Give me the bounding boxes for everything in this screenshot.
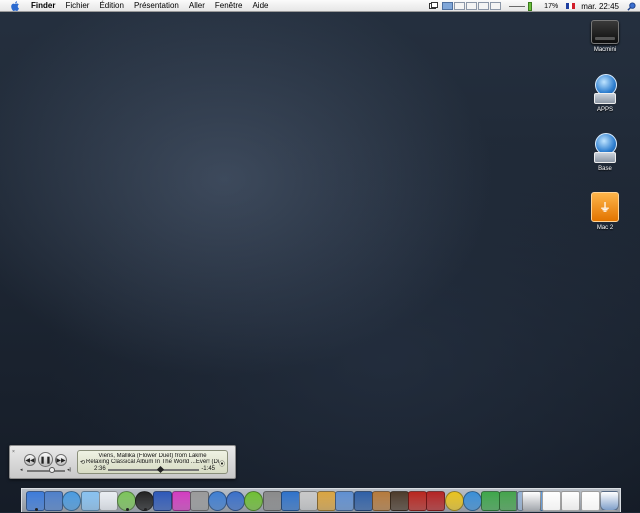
dreamweaver-icon[interactable]: [481, 491, 500, 511]
script-editor-icon[interactable]: [299, 491, 318, 511]
menu-fenetre[interactable]: Fenêtre: [210, 0, 248, 12]
french-flag-icon[interactable]: [566, 3, 576, 9]
drive-tray-icon[interactable]: [522, 491, 541, 511]
running-indicator: [144, 508, 148, 511]
volume-slider[interactable]: [27, 467, 65, 473]
space-1[interactable]: [442, 2, 454, 10]
safari-icon[interactable]: [62, 491, 82, 511]
orange-external-drive-icon: ⏚: [591, 192, 619, 222]
previous-button[interactable]: ◀◀: [24, 454, 36, 466]
colorsync-icon[interactable]: [171, 491, 191, 511]
menu-extras: 17% mar. 22:45: [429, 0, 636, 12]
desktop-icon-macmini[interactable]: Macmini: [583, 20, 627, 53]
finder-icon[interactable]: [26, 491, 45, 511]
green-app-icon[interactable]: [244, 491, 264, 511]
desktop-icon-label: Base: [598, 166, 612, 172]
red-app-icon[interactable]: [408, 491, 428, 511]
desktop: [0, 0, 640, 512]
volume-high-icon: ◂): [67, 467, 72, 473]
itunes-mini-player[interactable]: × ◀◀ ❚❚ ▶▶ ◂ ◂) Viens, Mallika (Flower D…: [9, 445, 236, 479]
desktop-icon-label: Mac 2: [596, 225, 614, 231]
desktop-icon-base[interactable]: Base: [583, 133, 627, 172]
menu-presentation[interactable]: Présentation: [129, 0, 184, 12]
volume-knob[interactable]: [49, 467, 56, 473]
menu-aide[interactable]: Aide: [247, 0, 273, 12]
document-list-icon[interactable]: [580, 491, 600, 511]
document-icon[interactable]: [541, 491, 561, 511]
sunflower-icon[interactable]: [444, 491, 464, 511]
preview-icon[interactable]: [98, 491, 118, 511]
bluetooth-icon[interactable]: [153, 491, 173, 511]
desktop-icon-apps[interactable]: APPS: [583, 74, 627, 113]
trash-icon[interactable]: [600, 491, 619, 511]
desktop-icon-label: APPS: [596, 107, 613, 113]
apple-icon[interactable]: [10, 0, 20, 11]
battery-icon[interactable]: [528, 1, 533, 11]
elapsed-time: 2:36: [94, 466, 106, 472]
menu-aller[interactable]: Aller: [184, 0, 210, 12]
volume-low-icon: ◂: [20, 467, 23, 473]
space-2[interactable]: [454, 2, 466, 10]
calculator-icon[interactable]: [189, 491, 209, 511]
menu-bar: Finder Fichier Édition Présentation Alle…: [0, 0, 640, 12]
photoshop-icon[interactable]: [335, 491, 355, 511]
spaces-switcher[interactable]: [442, 2, 502, 10]
desktop-icon-mac2[interactable]: ⏚ Mac 2: [583, 192, 627, 231]
remaining-time: -1:45: [201, 466, 215, 472]
dock: [21, 488, 621, 512]
shuffle-icon[interactable]: ⟲: [80, 459, 85, 466]
app-store-icon[interactable]: [280, 491, 300, 511]
battery-percent[interactable]: 17%: [544, 3, 558, 10]
progress-knob[interactable]: [156, 465, 165, 474]
menu-clock[interactable]: mar. 22:45: [581, 2, 619, 11]
ichat-icon[interactable]: [80, 491, 100, 511]
desktop-icon-label: Macmini: [593, 47, 617, 53]
document-stack-icon[interactable]: [561, 491, 580, 511]
cube-icon[interactable]: [390, 491, 409, 511]
space-4[interactable]: [478, 2, 490, 10]
sketch-icon[interactable]: [317, 491, 337, 511]
globe-icon[interactable]: [462, 491, 482, 511]
black-hard-drive-icon: [591, 20, 619, 44]
track-display: Viens, Mallika (Flower Duet) from Lakme …: [77, 450, 228, 474]
quicktime-icon[interactable]: [226, 491, 246, 511]
running-indicator: [126, 508, 129, 511]
close-icon[interactable]: ×: [12, 449, 15, 455]
space-5[interactable]: [490, 2, 502, 10]
itunes-icon[interactable]: [117, 491, 136, 511]
info-icon[interactable]: ⦿: [219, 459, 225, 468]
progress-bar[interactable]: [108, 465, 199, 474]
cpu-meter: [509, 5, 526, 7]
dock-items: [22, 489, 620, 513]
tools-icon[interactable]: [426, 491, 446, 511]
window-icon[interactable]: [429, 2, 439, 10]
pause-button[interactable]: ❚❚: [38, 452, 53, 467]
help-icon[interactable]: [262, 491, 282, 511]
network-icon[interactable]: [208, 491, 227, 511]
menu-fichier[interactable]: Fichier: [60, 0, 94, 12]
running-indicator: [35, 508, 38, 511]
next-button[interactable]: ▶▶: [55, 454, 67, 466]
network-globe-drive-icon: [592, 133, 618, 163]
album-title: Relaxing Classical Album In The World ..…: [86, 459, 219, 465]
pencil-icon[interactable]: [353, 491, 373, 511]
spotlight-icon[interactable]: [627, 1, 636, 11]
dock-separator: [516, 491, 517, 511]
mail-icon[interactable]: [44, 491, 64, 511]
network-globe-drive-icon: [592, 74, 618, 104]
teddy-bear-icon[interactable]: [371, 491, 391, 511]
menu-edition[interactable]: Édition: [94, 0, 128, 12]
menu-finder[interactable]: Finder: [26, 0, 60, 12]
dashboard-icon[interactable]: [135, 491, 155, 511]
space-3[interactable]: [466, 2, 478, 10]
